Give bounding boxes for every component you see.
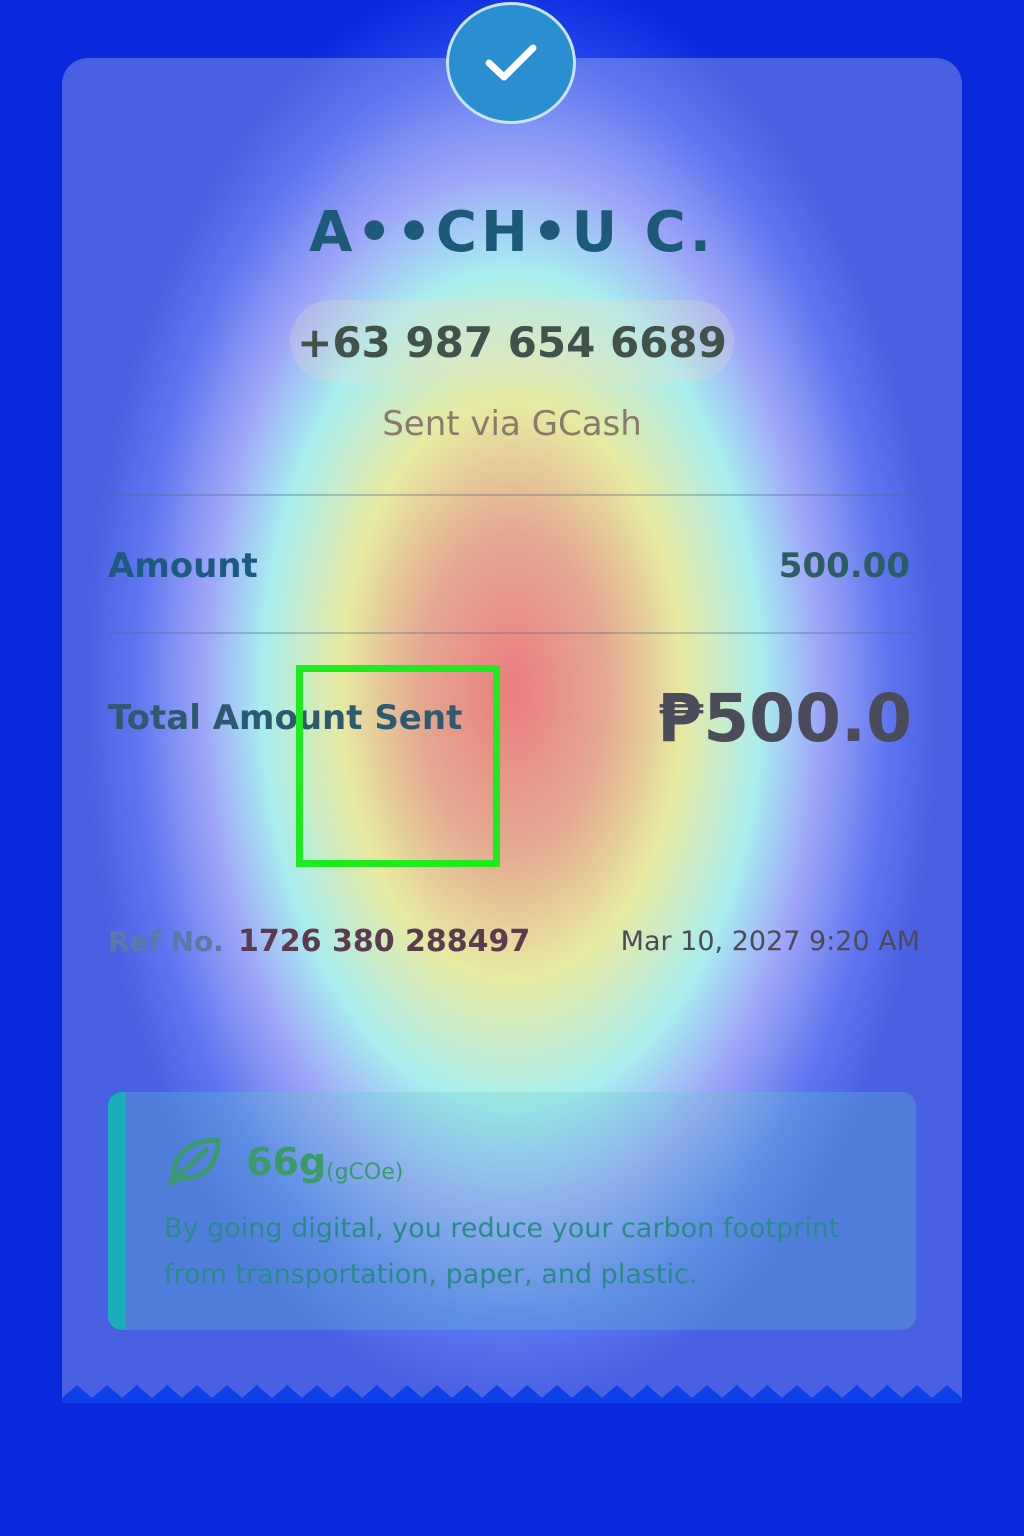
recipient-name: A••CH•U C.	[308, 200, 716, 265]
send-channel: Sent via GCash	[382, 404, 642, 444]
carbon-message: By going digital, you reduce your carbon…	[164, 1213, 840, 1290]
ref-label: Ref No.	[108, 925, 224, 958]
receipt-torn-edge	[62, 1385, 962, 1403]
ref-number: 1726 380 288497	[238, 924, 531, 959]
check-icon	[485, 44, 537, 81]
success-badge	[446, 2, 576, 124]
amount-label: Amount	[108, 546, 258, 586]
carbon-unit: (gCOe)	[326, 1160, 404, 1185]
carbon-grams: 66g	[246, 1140, 327, 1184]
carbon-footprint-card: 66g (gCOe) By going digital, you reduce …	[108, 1092, 916, 1330]
transaction-datetime: Mar 10, 2027 9:20 AM	[620, 926, 920, 957]
carbon-accent-bar	[108, 1092, 126, 1330]
total-amount-value: ₱500.0	[657, 680, 912, 757]
highlight-box	[296, 665, 500, 867]
leaf-icon	[167, 1137, 221, 1186]
amount-value: 500.00	[778, 546, 910, 586]
divider	[108, 494, 916, 496]
recipient-phone: +63 987 654 6689	[297, 318, 727, 367]
divider	[108, 632, 916, 634]
